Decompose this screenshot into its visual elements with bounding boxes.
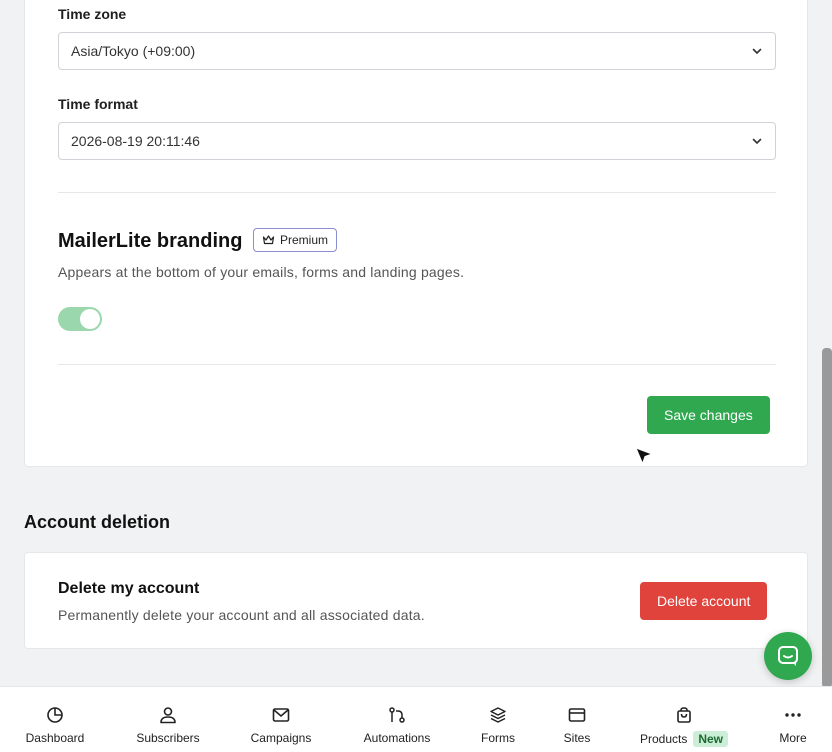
account-deletion-heading: Account deletion	[24, 512, 171, 532]
time-format-value: 2026-08-19 20:11:46	[71, 133, 200, 149]
nav-label-more: More	[779, 731, 807, 745]
shopping-bag-icon	[677, 707, 691, 723]
chevron-down-icon	[752, 48, 762, 54]
nav-label-forms: Forms	[481, 731, 515, 745]
time-zone-value: Asia/Tokyo (+09:00)	[71, 43, 196, 59]
save-changes-button[interactable]: Save changes	[647, 396, 770, 434]
user-icon	[160, 707, 176, 724]
toggle-knob	[80, 309, 100, 329]
chat-icon	[778, 646, 798, 666]
premium-badge-label: Premium	[280, 233, 329, 247]
delete-account-description: Permanently delete your account and all …	[58, 607, 425, 623]
bottom-nav: Dashboard Subscribers Campaigns Automati…	[0, 686, 832, 752]
chevron-down-icon	[752, 138, 762, 144]
branding-description: Appears at the bottom of your emails, fo…	[58, 264, 465, 280]
nav-item-automations[interactable]: Automations	[358, 687, 436, 752]
nav-item-campaigns[interactable]: Campaigns	[246, 687, 316, 752]
crown-icon	[262, 235, 275, 245]
nav-item-forms[interactable]: Forms	[476, 687, 520, 752]
time-format-select[interactable]: 2026-08-19 20:11:46	[58, 122, 776, 160]
delete-account-card: Delete my account Permanently delete you…	[24, 552, 808, 649]
settings-card: Time zone Asia/Tokyo (+09:00) Time forma…	[24, 0, 808, 467]
automation-icon	[389, 707, 405, 723]
divider	[58, 192, 776, 193]
nav-label-subscribers: Subscribers	[136, 731, 200, 745]
browser-icon	[568, 708, 586, 722]
nav-label-sites: Sites	[563, 731, 591, 745]
delete-account-title: Delete my account	[58, 580, 200, 597]
branding-title: MailerLite branding	[58, 230, 243, 252]
more-dots-icon	[785, 713, 801, 717]
mail-icon	[272, 708, 290, 722]
nav-item-more[interactable]: More	[774, 687, 812, 752]
nav-label-automations: Automations	[363, 731, 431, 745]
dashboard-icon	[47, 707, 63, 723]
layers-icon	[490, 707, 506, 723]
scrollbar-thumb[interactable]	[822, 348, 832, 688]
time-zone-label: Time zone	[58, 6, 127, 22]
divider	[58, 364, 776, 365]
time-zone-select[interactable]: Asia/Tokyo (+09:00)	[58, 32, 776, 70]
nav-label-products: Products	[639, 732, 688, 746]
new-badge: New	[693, 731, 729, 747]
chat-button[interactable]	[764, 632, 812, 680]
premium-badge: Premium	[253, 228, 338, 252]
nav-item-sites[interactable]: Sites	[558, 687, 596, 752]
nav-item-products[interactable]: Products New	[634, 687, 734, 752]
nav-item-dashboard[interactable]: Dashboard	[22, 687, 88, 752]
time-format-label: Time format	[58, 96, 138, 112]
nav-label-dashboard: Dashboard	[25, 731, 85, 745]
nav-label-campaigns: Campaigns	[250, 731, 312, 745]
delete-account-button[interactable]: Delete account	[640, 582, 768, 620]
branding-toggle[interactable]	[58, 307, 102, 331]
mouse-cursor-icon	[635, 447, 654, 465]
nav-item-subscribers[interactable]: Subscribers	[132, 687, 204, 752]
